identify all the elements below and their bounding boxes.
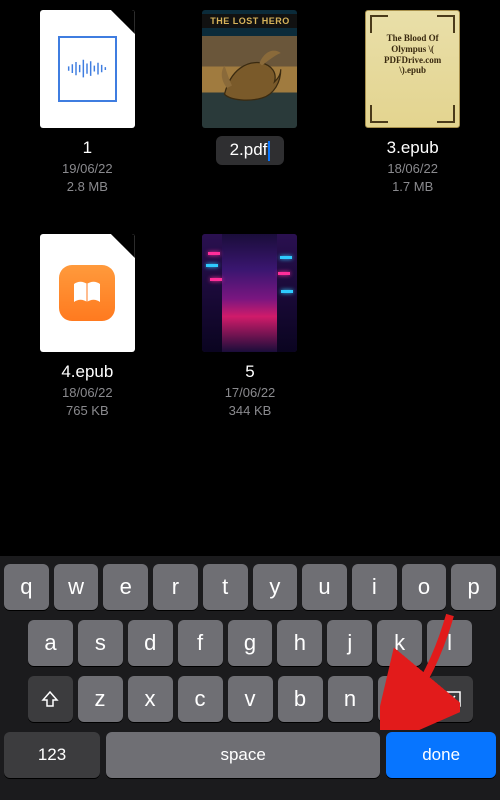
keyboard-row-2: asdfghjkl [4, 620, 496, 666]
keyboard-row-4: 123 space done [4, 732, 496, 778]
key-d[interactable]: d [128, 620, 173, 666]
file-date: 18/06/22 [387, 161, 438, 176]
file-item[interactable]: 4.epub 18/06/22 765 KB [12, 234, 163, 418]
file-item[interactable]: The Blood Of Olympus \( PDFDrive.com \).… [337, 10, 488, 194]
key-z[interactable]: z [78, 676, 123, 722]
space-key[interactable]: space [106, 732, 380, 778]
key-v[interactable]: v [228, 676, 273, 722]
key-j[interactable]: j [327, 620, 372, 666]
key-h[interactable]: h [277, 620, 322, 666]
key-f[interactable]: f [178, 620, 223, 666]
file-date: 19/06/22 [62, 161, 113, 176]
key-u[interactable]: u [302, 564, 347, 610]
text-cursor-icon [268, 141, 270, 161]
cover-text: The Blood Of Olympus \( PDFDrive.com \).… [372, 33, 453, 76]
file-name: 1 [83, 138, 92, 158]
keyboard-row-1: qwertyuiop [4, 564, 496, 610]
file-size: 2.8 MB [67, 179, 108, 194]
file-item[interactable]: THE LOST HERO 2.pdf [175, 10, 326, 194]
on-screen-keyboard: qwertyuiop asdfghjkl zxcvbnm 123 space d… [0, 556, 500, 800]
key-e[interactable]: e [103, 564, 148, 610]
key-w[interactable]: w [54, 564, 99, 610]
done-key[interactable]: done [386, 732, 496, 778]
dragon-icon [212, 42, 287, 108]
file-name: 3.epub [387, 138, 439, 158]
file-size: 344 KB [229, 403, 272, 418]
key-m[interactable]: m [378, 676, 423, 722]
key-r[interactable]: r [153, 564, 198, 610]
backspace-icon [438, 690, 462, 708]
key-o[interactable]: o [402, 564, 447, 610]
file-thumbnail [40, 234, 135, 352]
file-name: 4.epub [61, 362, 113, 382]
key-i[interactable]: i [352, 564, 397, 610]
file-item[interactable]: 1 19/06/22 2.8 MB [12, 10, 163, 194]
key-y[interactable]: y [253, 564, 298, 610]
key-p[interactable]: p [451, 564, 496, 610]
file-date: 18/06/22 [62, 385, 113, 400]
key-t[interactable]: t [203, 564, 248, 610]
key-l[interactable]: l [427, 620, 472, 666]
file-thumbnail [40, 10, 135, 128]
shift-key[interactable] [28, 676, 73, 722]
key-k[interactable]: k [377, 620, 422, 666]
file-item[interactable]: 5 17/06/22 344 KB [175, 234, 326, 418]
file-thumbnail [202, 234, 297, 352]
file-size: 765 KB [66, 403, 109, 418]
file-date: 17/06/22 [225, 385, 276, 400]
numeric-switch-key[interactable]: 123 [4, 732, 100, 778]
file-grid: 1 19/06/22 2.8 MB THE LOST HERO 2.pdf Th… [0, 0, 500, 418]
file-thumbnail: THE LOST HERO [202, 10, 297, 128]
key-q[interactable]: q [4, 564, 49, 610]
key-x[interactable]: x [128, 676, 173, 722]
key-n[interactable]: n [328, 676, 373, 722]
file-name: 5 [245, 362, 254, 382]
audio-icon [58, 36, 117, 102]
file-name-input[interactable]: 2.pdf [216, 136, 285, 165]
key-g[interactable]: g [228, 620, 273, 666]
file-size: 1.7 MB [392, 179, 433, 194]
file-thumbnail: The Blood Of Olympus \( PDFDrive.com \).… [365, 10, 460, 128]
cover-title: THE LOST HERO [202, 14, 297, 28]
key-s[interactable]: s [78, 620, 123, 666]
key-c[interactable]: c [178, 676, 223, 722]
file-name-value: 2.pdf [230, 140, 268, 159]
shift-icon [40, 689, 60, 709]
backspace-key[interactable] [428, 676, 473, 722]
keyboard-row-3: zxcvbnm [4, 676, 496, 722]
key-a[interactable]: a [28, 620, 73, 666]
books-app-icon [59, 265, 115, 321]
key-b[interactable]: b [278, 676, 323, 722]
